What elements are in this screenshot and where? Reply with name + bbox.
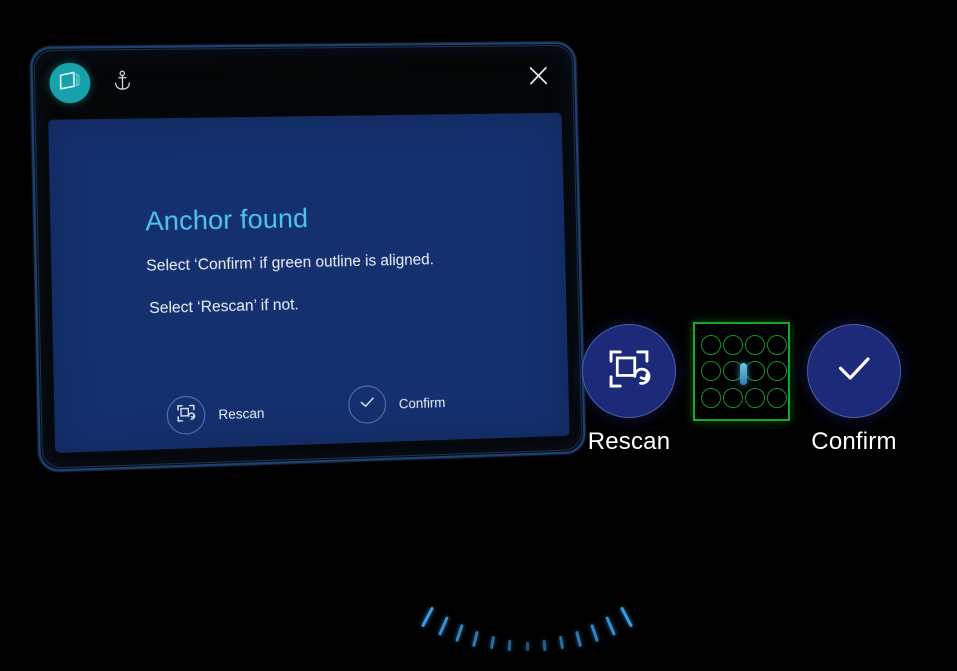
alignment-hole	[745, 387, 765, 408]
alignment-hole	[767, 387, 787, 408]
arc-tick	[605, 616, 617, 636]
anchor-icon	[113, 70, 131, 95]
instruction-line-1: Select ‘Confirm’ if green outline is ali…	[146, 251, 435, 275]
checkmark-icon	[357, 392, 377, 418]
dialog-confirm-circle	[347, 384, 387, 425]
alignment-hole	[723, 387, 743, 408]
holo-confirm-button[interactable]: Confirm	[807, 324, 901, 456]
arc-tick	[574, 630, 582, 647]
arc-tick	[472, 630, 480, 647]
dialog-rescan-button[interactable]: Rescan	[166, 394, 265, 436]
arc-tick	[620, 606, 634, 628]
alignment-hole	[767, 361, 787, 382]
dialog-action-row: Rescan Confirm	[166, 377, 563, 437]
dialog-confirm-button[interactable]: Confirm	[347, 383, 446, 425]
checkmark-icon	[829, 344, 879, 399]
arc-tick	[490, 635, 496, 650]
close-button[interactable]	[522, 61, 556, 95]
arc-tick	[525, 641, 529, 651]
instruction-line-2: Select ‘Rescan’ if not.	[149, 296, 299, 318]
dialog-confirm-label: Confirm	[398, 394, 446, 412]
alignment-hole	[701, 387, 721, 408]
blue-capsule-marker	[740, 363, 747, 385]
alignment-hole	[745, 361, 765, 382]
holo-rescan-circle	[582, 324, 676, 418]
holo-rescan-label: Rescan	[587, 428, 671, 455]
rescan-scan-refresh-icon	[606, 346, 652, 397]
arc-tick	[437, 616, 449, 636]
arc-tick	[454, 624, 464, 642]
holo-confirm-circle	[807, 324, 901, 418]
arc-tick	[507, 639, 512, 651]
alignment-hole	[767, 335, 787, 356]
anchor-icon-button[interactable]	[104, 65, 139, 100]
alignment-hole	[745, 335, 765, 356]
arc-tick	[590, 624, 600, 642]
arc-tick	[420, 606, 434, 628]
app-badge	[49, 62, 91, 104]
dialog-rescan-circle	[166, 395, 206, 436]
anchor-dialog-panel: Anchor found Select ‘Confirm’ if green o…	[30, 41, 586, 472]
alignment-hole	[701, 361, 721, 382]
green-alignment-outline	[693, 322, 790, 421]
arc-tick	[558, 635, 564, 650]
alignment-hole	[723, 335, 743, 356]
panel-titlebar	[30, 42, 577, 120]
page-title: Anchor found	[144, 203, 309, 237]
mixed-reality-scene: Anchor found Select ‘Confirm’ if green o…	[0, 0, 957, 671]
holo-confirm-label: Confirm	[811, 428, 897, 455]
close-x-icon	[528, 64, 550, 91]
panel-content: Anchor found Select ‘Confirm’ if green o…	[48, 112, 570, 453]
arc-tick	[542, 639, 547, 651]
holographic-panel-icon	[58, 70, 81, 96]
holo-rescan-button[interactable]: Rescan	[582, 324, 676, 456]
rescan-scan-refresh-icon	[176, 402, 197, 428]
alignment-hole	[701, 335, 721, 356]
titlebar-spacer	[139, 78, 522, 82]
dialog-rescan-label: Rescan	[218, 405, 265, 422]
